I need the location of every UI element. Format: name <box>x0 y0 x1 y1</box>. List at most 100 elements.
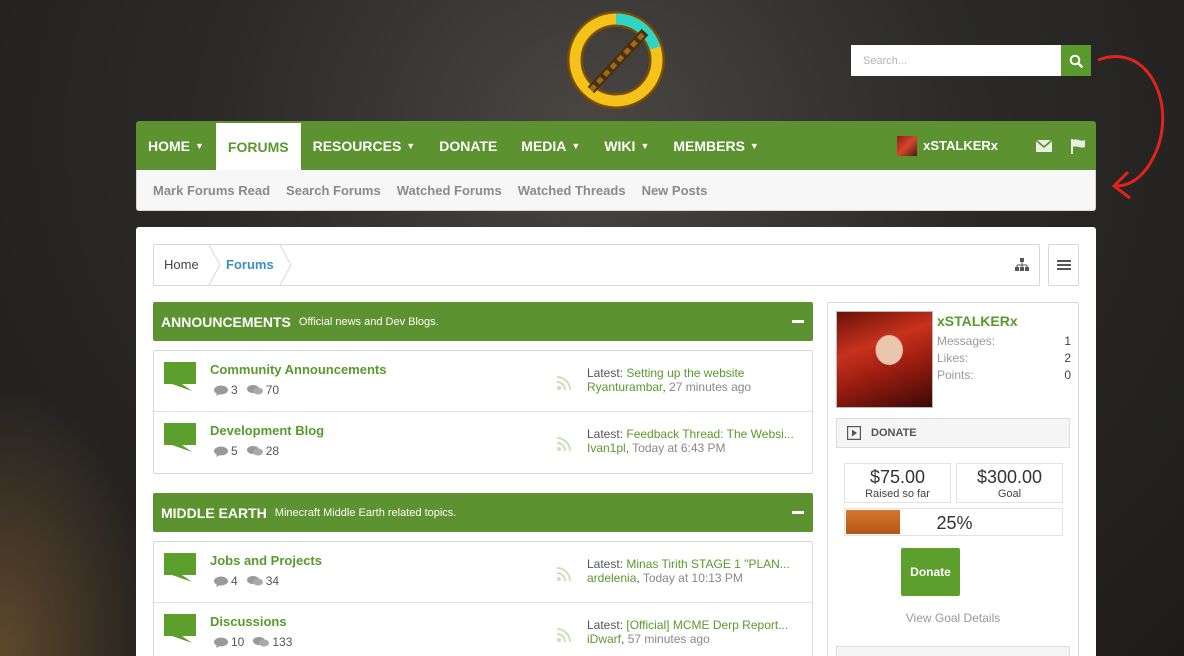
main-panel: Home Forums ANNOUNCEMENTS Official news … <box>136 227 1096 656</box>
latest-thread-link[interactable]: Feedback Thread: The Websi... <box>626 427 793 441</box>
nav-donate[interactable]: DONATE <box>427 121 509 170</box>
view-goal-details-link[interactable]: View Goal Details <box>828 611 1078 625</box>
sitemap-icon[interactable] <box>1015 258 1029 277</box>
collapse-icon[interactable] <box>792 511 804 514</box>
search-box <box>851 45 1091 76</box>
forum-title[interactable]: Jobs and Projects <box>210 553 322 568</box>
forum-title[interactable]: Discussions <box>210 614 287 629</box>
logo-graphic <box>567 11 665 109</box>
latest-time: 57 minutes ago <box>627 632 710 646</box>
nav-media[interactable]: MEDIA ▼ <box>509 121 592 170</box>
stat-messages: Messages: 1 <box>937 334 1071 348</box>
rss-icon[interactable] <box>556 437 571 456</box>
forum-title[interactable]: Development Blog <box>210 423 324 438</box>
forum-row: Development Blog 5 28 Latest: Feedback T… <box>154 412 812 473</box>
messages-icon <box>246 384 263 396</box>
sidebar-username[interactable]: xSTALKERx <box>937 313 1018 329</box>
envelope-icon[interactable] <box>1036 139 1052 152</box>
flag-icon[interactable] <box>1070 138 1086 154</box>
donation-progress-bar: 25% <box>844 508 1063 536</box>
latest-time: Today at 10:13 PM <box>642 571 743 585</box>
category-header-middle-earth[interactable]: MIDDLE EARTH Minecraft Middle Earth rela… <box>153 493 813 532</box>
subnav-watched-threads[interactable]: Watched Threads <box>518 183 626 198</box>
nav-forums[interactable]: FORUMS <box>215 123 301 170</box>
forum-row: Discussions 10 133 Latest: [Official] MC… <box>154 603 812 656</box>
category-header-announcements[interactable]: ANNOUNCEMENTS Official news and Dev Blog… <box>153 302 813 341</box>
forum-list: Community Announcements 3 70 Latest: Set… <box>153 350 813 474</box>
goal-amount: $300.00 Goal <box>956 463 1063 503</box>
forum-chat-icon <box>164 614 196 649</box>
messages-icon <box>253 636 270 648</box>
sub-nav: Mark Forums Read Search Forums Watched F… <box>136 170 1096 211</box>
discussions-icon <box>214 446 228 457</box>
breadcrumb: Home Forums <box>153 244 1040 286</box>
messages-icon <box>246 445 263 457</box>
menu-icon <box>1056 260 1071 270</box>
discussions-icon <box>214 576 228 587</box>
latest-user-link[interactable]: Ryanturambar <box>587 380 662 394</box>
forum-chat-icon <box>164 553 196 588</box>
sidebar-next-block <box>836 646 1070 656</box>
donate-heading: DONATE <box>836 418 1070 448</box>
latest-user-link[interactable]: Ivan1pl <box>587 441 626 455</box>
latest-post: Latest: [Official] MCME Derp Report... i… <box>587 618 789 646</box>
main-nav: HOME ▼ FORUMS RESOURCES ▼ DONATE MEDIA ▼ WI… <box>136 121 1096 170</box>
avatar[interactable] <box>836 311 933 408</box>
search-button[interactable] <box>1061 45 1091 76</box>
sidebar: xSTALKERx Messages: 1 Likes: 2 Points: 0 DO… <box>827 302 1079 656</box>
nav-account: xSTALKERx <box>897 121 1096 170</box>
list-menu-button[interactable] <box>1048 244 1079 286</box>
chevron-down-icon: ▼ <box>640 140 650 151</box>
donate-button[interactable]: Donate <box>901 548 960 596</box>
latest-post: Latest: Feedback Thread: The Websi... Iv… <box>587 427 794 455</box>
subnav-mark-forums-read[interactable]: Mark Forums Read <box>153 183 270 198</box>
site-logo[interactable] <box>563 8 669 112</box>
rss-icon[interactable] <box>556 376 571 395</box>
stat-likes: Likes: 2 <box>937 351 1071 365</box>
stat-points: Points: 0 <box>937 368 1071 382</box>
latest-post: Latest: Setting up the website Ryanturam… <box>587 366 752 394</box>
nav-wiki[interactable]: WIKI ▼ <box>592 121 661 170</box>
forum-row: Jobs and Projects 4 34 Latest: Minas Tir… <box>154 542 812 603</box>
chevron-down-icon: ▼ <box>571 140 581 151</box>
latest-thread-link[interactable]: [Official] MCME Derp Report... <box>626 618 788 632</box>
chevron-down-icon: ▼ <box>195 140 204 151</box>
forum-title[interactable]: Community Announcements <box>210 362 386 377</box>
messages-icon <box>246 575 263 587</box>
forum-list: Jobs and Projects 4 34 Latest: Minas Tir… <box>153 541 813 656</box>
collapse-icon[interactable] <box>792 320 804 323</box>
progress-percent: 25% <box>936 513 973 533</box>
latest-user-link[interactable]: iDwarf <box>587 632 621 646</box>
nav-members[interactable]: MEMBERS ▼ <box>661 121 770 170</box>
raised-amount: $75.00 Raised so far <box>844 463 951 503</box>
subnav-search-forums[interactable]: Search Forums <box>286 183 381 198</box>
discussions-icon <box>214 637 228 648</box>
forum-stats: 10 133 <box>214 635 301 649</box>
avatar[interactable] <box>897 135 918 156</box>
rss-icon[interactable] <box>556 628 571 647</box>
nav-resources[interactable]: RESOURCES ▼ <box>301 121 428 170</box>
latest-user-link[interactable]: ardelenia <box>587 571 636 585</box>
discussions-icon <box>214 385 228 396</box>
search-input[interactable] <box>851 45 1061 76</box>
latest-thread-link[interactable]: Minas Tirith STAGE 1 "PLAN... <box>626 557 789 571</box>
latest-thread-link[interactable]: Setting up the website <box>626 366 744 380</box>
forum-stats: 3 70 <box>214 383 288 397</box>
breadcrumb-home[interactable]: Home <box>164 245 199 285</box>
forum-chat-icon <box>164 423 196 458</box>
latest-post: Latest: Minas Tirith STAGE 1 "PLAN... ar… <box>587 557 790 585</box>
nav-username[interactable]: xSTALKERx <box>923 138 998 153</box>
forum-stats: 4 34 <box>214 574 288 588</box>
chevron-down-icon: ▼ <box>749 140 759 151</box>
forum-chat-icon <box>164 362 196 397</box>
rss-icon[interactable] <box>556 567 571 586</box>
latest-time: Today at 6:43 PM <box>632 441 726 455</box>
play-icon <box>847 426 861 440</box>
nav-home[interactable]: HOME ▼ <box>136 121 216 170</box>
breadcrumb-forums[interactable]: Forums <box>226 245 274 285</box>
subnav-watched-forums[interactable]: Watched Forums <box>397 183 502 198</box>
chevron-down-icon: ▼ <box>406 140 416 151</box>
red-arrow-annotation <box>1097 55 1165 200</box>
search-icon <box>1069 54 1083 68</box>
subnav-new-posts[interactable]: New Posts <box>642 183 708 198</box>
